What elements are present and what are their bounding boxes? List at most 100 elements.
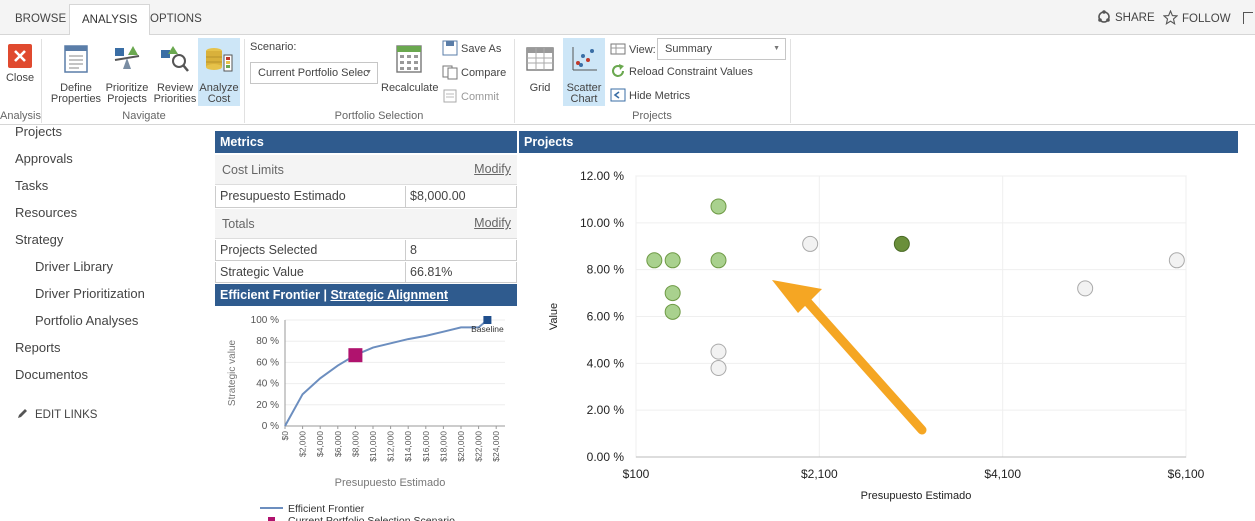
presupuesto-row: Presupuesto Estimado $8,000.00 [215,186,517,208]
projects-selected-value: 8 [410,243,417,257]
cost-limits-modify-link[interactable]: Modify [474,162,511,176]
coins-chart-icon [206,48,233,72]
group-label-navigate: Navigate [122,110,166,122]
share-label: SHARE [1115,12,1155,24]
scenario-dropdown[interactable]: Current Portfolio Selec ▼ [250,62,378,84]
scatter-x-tick-label: $4,100 [984,467,1021,481]
frontier-x-tick-label: $20,000 [456,431,466,462]
follow-button[interactable]: FOLLOW [1162,9,1231,25]
scatter-chart-icon [572,47,597,71]
grid-button[interactable]: Grid [521,43,559,94]
compare-icon [442,65,458,80]
save-as-button[interactable]: Save As [442,40,501,58]
view-icon [610,43,626,55]
frontier-x-tick-label: $22,000 [474,431,484,462]
close-button[interactable]: Close [2,44,38,84]
totals-modify-link[interactable]: Modify [474,216,511,230]
legend-efficient-frontier: Efficient Frontier [288,503,365,515]
refresh-icon [612,64,624,77]
totals-row: Totals Modify [215,209,517,239]
frontier-x-tick-label: $10,000 [368,431,378,462]
review-priorities-button[interactable]: Review Priorities [152,43,198,105]
scatter-y-tick-label: 6.00 % [587,310,625,324]
project-point-selected [710,198,727,215]
tab-options[interactable]: OPTIONS [138,4,214,35]
view-dropdown[interactable]: Summary ▼ [657,38,786,60]
nav-item-portfolio-analyses[interactable]: Portfolio Analyses [35,313,138,328]
reload-constraint-values-button[interactable]: Reload Constraint Values [610,63,753,81]
project-point-selected [710,252,727,269]
follow-label: FOLLOW [1182,13,1231,25]
prioritize-projects-button[interactable]: Prioritize Projects [103,43,151,105]
frontier-x-tick-label: $6,000 [333,431,343,457]
recalculate-button[interactable]: Recalculate [381,43,439,94]
edit-links-button[interactable]: EDIT LINKS [17,407,97,421]
chevron-down-icon: ▼ [365,69,372,76]
tab-browse[interactable]: BROWSE [3,4,78,35]
frontier-x-tick-label: $18,000 [438,431,448,462]
strategic-alignment-link[interactable]: Strategic Alignment [330,288,448,302]
frontier-y-tick-label: 60 % [256,357,279,368]
scenario-value: Current Portfolio Selec [258,67,369,79]
baseline-label: Baseline [471,324,504,334]
cost-limits-label: Cost Limits [222,163,284,177]
nav-item-tasks[interactable]: Tasks [15,178,48,193]
scatter-x-tick-label: $2,100 [801,467,838,481]
scatter-y-tick-label: 0.00 % [587,450,625,464]
hide-metrics-button[interactable]: Hide Metrics [610,87,690,105]
define-properties-label-2: Properties [50,93,102,105]
project-point-unselected [802,235,819,252]
frontier-y-tick-label: 0 % [262,421,279,432]
scatter-x-tick-label: $6,100 [1168,467,1205,481]
nav-item-approvals[interactable]: Approvals [15,151,73,166]
properties-list-icon [64,45,88,73]
commit-icon [443,89,457,103]
strategic-value-row: Strategic Value 66.81% [215,262,517,283]
scatter-y-tick-label: 4.00 % [587,356,625,370]
frontier-y-tick-label: 20 % [256,400,279,411]
scatter-chart-button[interactable]: Scatter Chart [563,38,605,106]
view-label-text: View: [629,44,656,56]
frontier-x-tick-label: $12,000 [386,431,396,462]
grid-label: Grid [529,82,551,94]
frontier-x-tick-label: $4,000 [315,431,325,457]
commit-button[interactable]: Commit [442,88,499,106]
frontier-x-axis-title: Presupuesto Estimado [335,477,446,489]
project-point-selected [664,285,681,302]
grid-icon [526,47,554,71]
edit-links-label: EDIT LINKS [35,409,98,421]
scatter-chart-label-2: Chart [570,93,598,105]
project-point-selected [646,252,663,269]
scatter-x-axis-title: Presupuesto Estimado [861,490,972,502]
recalculate-label: Recalculate [381,82,439,94]
nav-item-resources[interactable]: Resources [15,205,77,220]
scatter-y-tick-label: 12.00 % [580,169,624,183]
calculator-icon [396,45,422,73]
focus-icon[interactable] [1243,12,1253,24]
nav-item-driver-library[interactable]: Driver Library [35,259,113,274]
share-button[interactable]: SHARE [1097,10,1155,24]
group-separator [790,39,791,123]
view-value: Summary [665,43,713,55]
group-separator [244,39,245,123]
scatter-y-axis-title: Value [548,303,560,330]
reload-label: Reload Constraint Values [629,66,753,78]
nav-item-projects[interactable]: Projects [15,124,62,139]
nav-item-reports[interactable]: Reports [15,340,61,355]
project-point-unselected [1077,280,1094,297]
review-magnifier-icon [161,46,189,72]
strategic-value-value: 66.81% [410,265,453,279]
compare-button[interactable]: Compare [442,64,506,82]
scale-icon [114,46,140,69]
define-properties-button[interactable]: Define Properties [50,43,102,105]
analyze-cost-button[interactable]: Analyze Cost [198,38,240,106]
nav-item-strategy[interactable]: Strategy [15,232,63,247]
star-icon [1162,9,1179,25]
save-icon [442,40,458,56]
hide-panel-icon [610,88,626,102]
cost-limits-row: Cost Limits Modify [215,155,517,185]
projects-selected-row: Projects Selected 8 [215,240,517,261]
nav-item-driver-prioritization[interactable]: Driver Prioritization [35,286,145,301]
group-label-portfolio-selection: Portfolio Selection [334,110,424,122]
nav-item-documentos[interactable]: Documentos [15,367,88,382]
